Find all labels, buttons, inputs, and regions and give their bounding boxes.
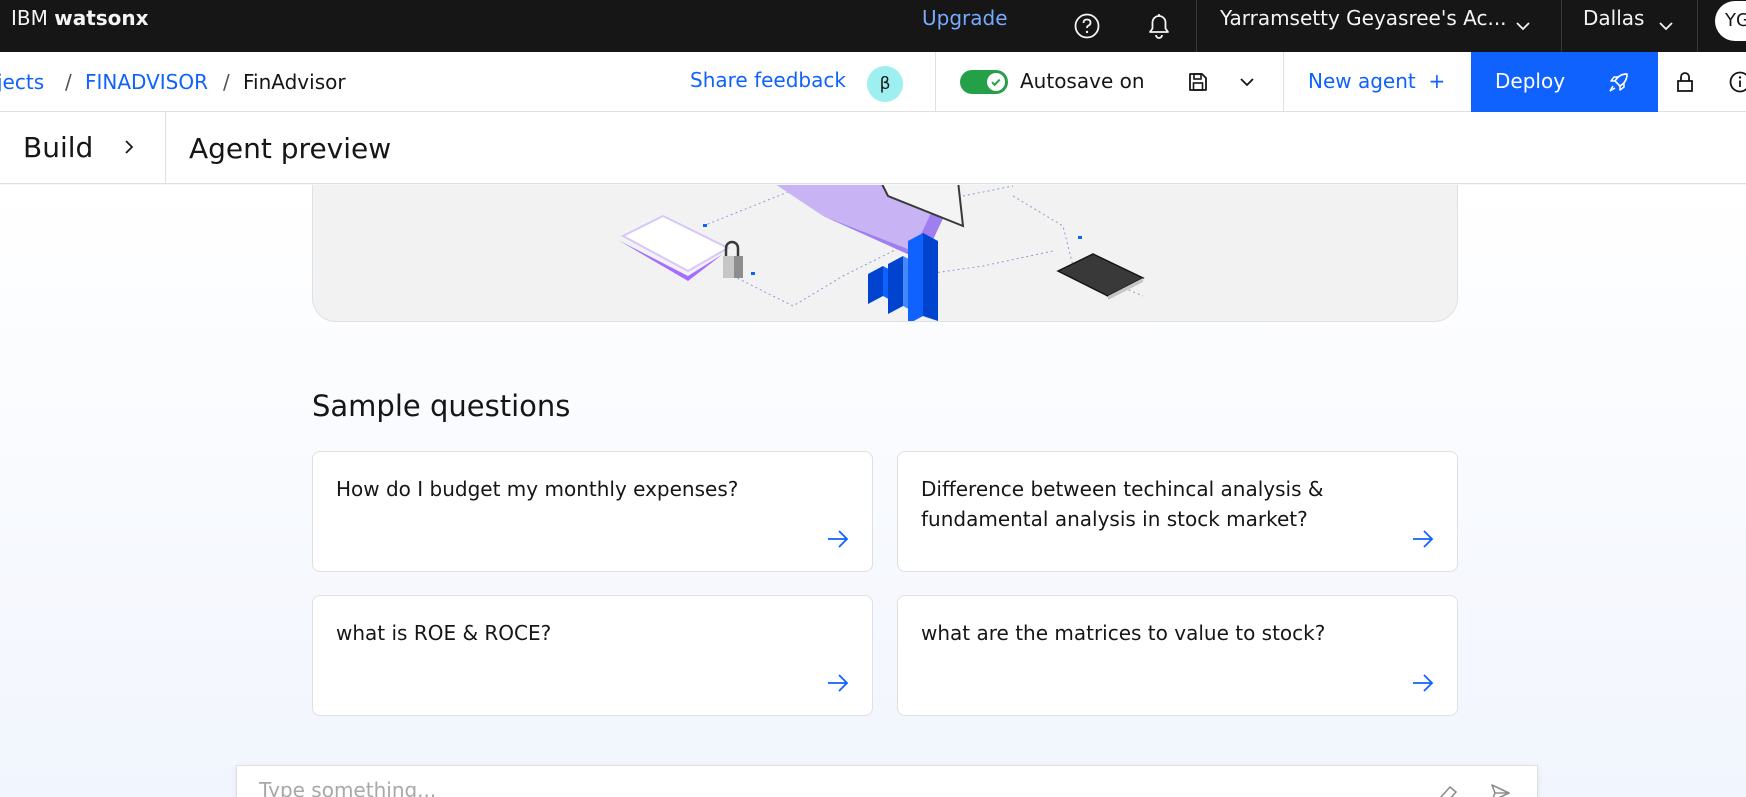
global-header: IBM watsonx Upgrade Yarramsetty Geyasree… [0,0,1746,52]
chat-input-bar [236,765,1538,797]
arrow-right-icon [1413,530,1434,548]
page-title: Agent preview [189,132,392,165]
agent-preview-panel: Sample questions How do I budget my mont… [0,185,1746,797]
share-feedback-link[interactable]: Share feedback [690,68,846,92]
sample-question-card[interactable]: How do I budget my monthly expenses? [312,451,873,572]
breadcrumb-separator: / [65,70,72,94]
brand-logo[interactable]: IBM watsonx [11,6,149,30]
account-switcher[interactable]: Yarramsetty Geyasree's Ac... [1220,6,1507,30]
hero-illustration [312,185,1458,322]
brand-name: watsonx [54,6,149,30]
eraser-icon[interactable] [1437,782,1459,797]
notifications-button[interactable] [1129,0,1189,52]
sample-question-card[interactable]: what are the matrices to value to stock? [897,595,1458,716]
send-icon[interactable] [1489,782,1511,797]
chevron-down-icon[interactable] [1658,18,1674,34]
help-icon [1074,13,1100,39]
sample-question-card[interactable]: Difference between techincal analysis & … [897,451,1458,572]
arrow-right-icon [828,674,849,692]
divider [165,112,166,184]
new-agent-label: New agent [1308,69,1416,93]
save-options-button[interactable] [1222,52,1272,112]
autosave-toggle[interactable] [960,70,1008,94]
chevron-right-icon[interactable] [120,138,138,156]
divider [1196,0,1197,52]
sample-questions-heading: Sample questions [312,389,571,423]
divider [935,52,936,112]
divider [1697,0,1698,52]
deploy-label: Deploy [1495,69,1566,93]
checkmark-icon [991,78,1001,87]
help-button[interactable] [1057,0,1117,52]
illustration-graphic [618,185,1145,321]
bell-icon [1149,14,1169,39]
breadcrumb-current: FinAdvisor [243,70,346,94]
plus-icon: + [1428,69,1446,93]
chevron-down-icon[interactable] [1515,18,1531,34]
rocket-icon [1609,73,1628,92]
project-toolbar: jects / FINADVISOR / FinAdvisor Share fe… [0,52,1746,112]
breadcrumb-project[interactable]: FINADVISOR [85,70,208,94]
chat-input[interactable] [259,778,1409,797]
breadcrumb-projects[interactable]: jects [0,70,44,94]
view-header: Build Agent preview [0,112,1746,184]
sample-question-text: what is ROE & ROCE? [336,621,552,645]
new-agent-button[interactable]: New agent + [1308,69,1445,93]
sample-question-card[interactable]: what is ROE & ROCE? [312,595,873,716]
save-icon [1189,73,1207,91]
sample-question-text: what are the matrices to value to stock? [921,621,1326,645]
info-button[interactable] [1715,52,1746,112]
sample-question-text: Difference between techincal analysis & … [921,477,1324,531]
info-icon [1729,71,1746,93]
divider [1283,52,1284,112]
breadcrumb-separator: / [223,70,230,94]
autosave-label: Autosave on [1020,69,1145,93]
lock-icon [1677,72,1693,92]
arrow-right-icon [1413,674,1434,692]
divider [1561,0,1562,52]
deploy-button[interactable]: Deploy [1471,52,1658,112]
upgrade-link[interactable]: Upgrade [922,6,1008,30]
toggle-knob [987,73,1005,91]
beta-badge: β [867,66,903,102]
user-avatar[interactable]: YG [1715,1,1746,41]
save-button[interactable] [1173,52,1223,112]
region-switcher[interactable]: Dallas [1583,6,1644,30]
arrow-right-icon [828,530,849,548]
sample-question-text: How do I budget my monthly expenses? [336,477,739,501]
lock-button[interactable] [1660,52,1710,112]
build-panel-toggle[interactable]: Build [23,131,93,164]
brand-prefix: IBM [11,6,48,30]
chevron-down-icon [1240,78,1254,87]
